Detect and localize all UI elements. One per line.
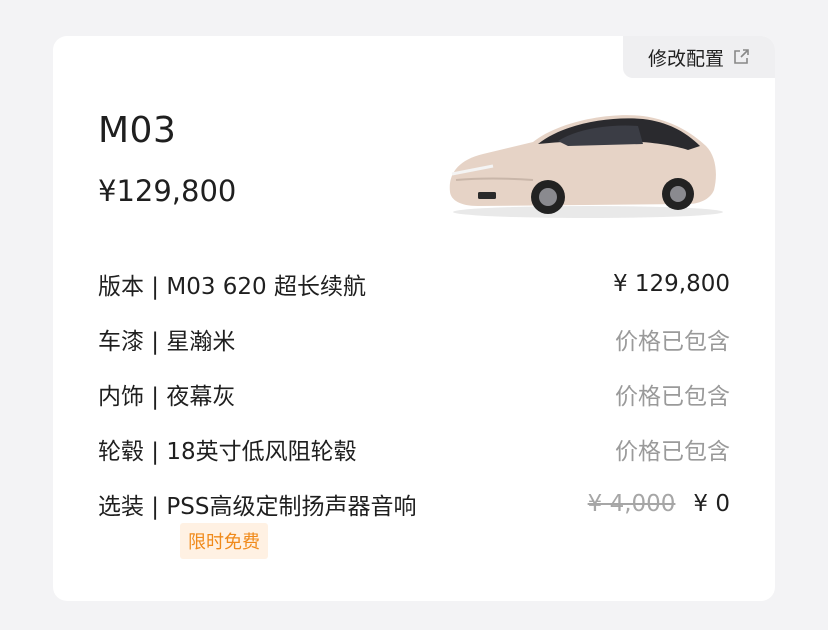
wheels-label: 轮毂 | 18英寸低风阻轮毂	[98, 438, 357, 465]
option-original-price: ¥ 4,000	[587, 490, 676, 517]
config-list: 版本 | M03 620 超长续航 ¥ 129,800 车漆 | 星瀚米 价格已…	[98, 256, 730, 531]
config-row-wheels: 轮毂 | 18英寸低风阻轮毂 价格已包含	[98, 421, 730, 476]
option-prices: ¥ 4,000 ¥ 0	[588, 491, 730, 517]
version-price: ¥ 129,800	[612, 270, 730, 297]
version-label: 版本 | M03 620 超长续航	[98, 273, 367, 300]
edit-config-label: 修改配置	[647, 47, 724, 70]
interior-label: 内饰 | 夜幕灰	[98, 383, 236, 410]
option-label: 选装 | PSS高级定制扬声器音响	[98, 493, 417, 520]
external-edit-icon	[734, 49, 749, 64]
car-image	[449, 115, 723, 218]
paint-label: 车漆 | 星瀚米	[98, 328, 236, 355]
limited-free-badge: 限时免费	[180, 523, 268, 559]
interior-price: 价格已包含	[615, 383, 730, 410]
edit-config-button[interactable]: 修改配置	[623, 36, 775, 78]
total-price: ¥129,800	[98, 174, 237, 208]
config-row-interior: 内饰 | 夜幕灰 价格已包含	[98, 366, 730, 421]
model-name: M03	[98, 110, 177, 151]
config-row-version: 版本 | M03 620 超长续航 ¥ 129,800	[98, 256, 730, 311]
wheels-price: 价格已包含	[615, 438, 730, 465]
config-card: 修改配置 M03 ¥129,800 版本 | M03 620 超长续航 ¥ 12…	[53, 36, 775, 601]
config-row-paint: 车漆 | 星瀚米 价格已包含	[98, 311, 730, 366]
option-price: ¥ 0	[693, 490, 730, 517]
paint-price: 价格已包含	[615, 328, 730, 355]
